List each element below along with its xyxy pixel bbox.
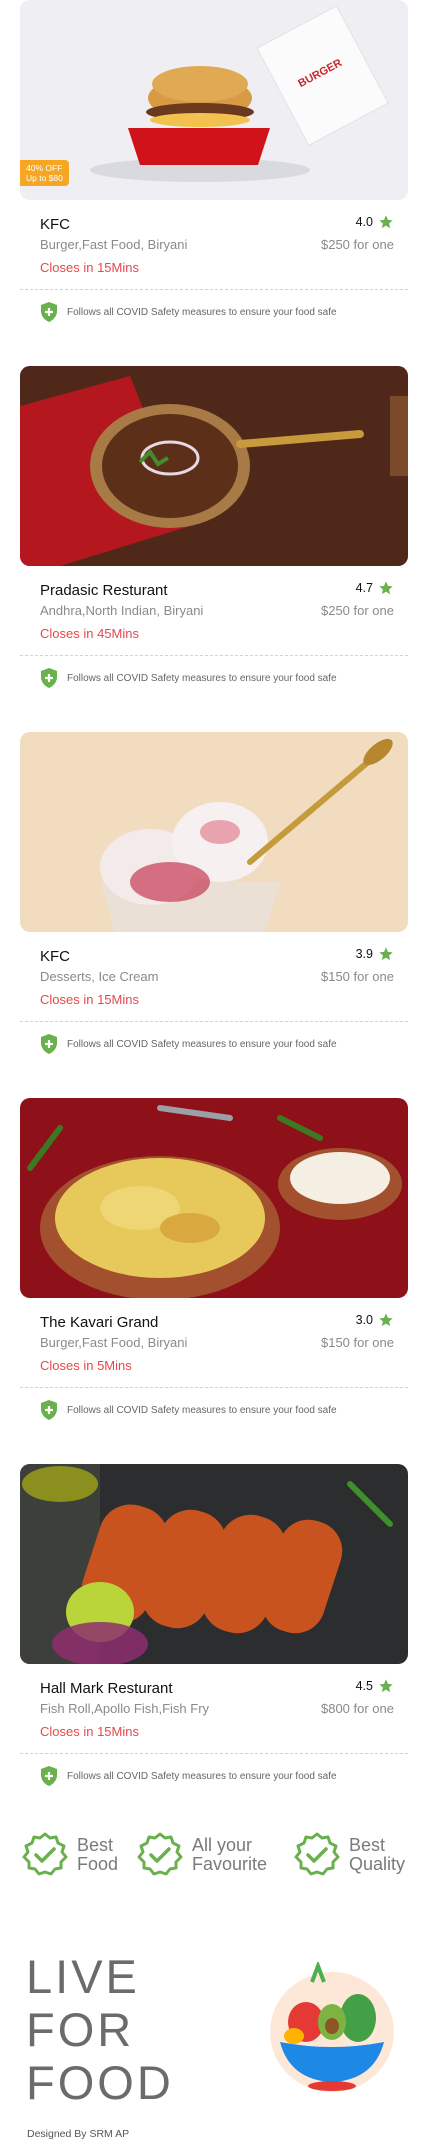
- footer-credit: Designed By SRM AP: [27, 2128, 130, 2140]
- offer-badge: 40% OFF Up to $80: [20, 160, 69, 186]
- restaurant-image[interactable]: [20, 732, 408, 932]
- restaurant-image[interactable]: [20, 1464, 408, 1664]
- restaurant-image[interactable]: BURGER 40% OFF Up to $80: [20, 0, 408, 200]
- closing-time: Closes in 15Mins: [40, 260, 139, 275]
- restaurant-name[interactable]: KFC: [40, 948, 70, 965]
- feature-highlights: Best Food All your Favourite Best Qualit…: [22, 1832, 422, 1882]
- restaurant-card[interactable]: The Kavari Grand 3.0 Burger,Fast Food, B…: [20, 1098, 408, 1420]
- rating-value: 4.7: [355, 581, 373, 595]
- closing-time: Closes in 5Mins: [40, 1358, 132, 1373]
- shield-plus-icon: [41, 302, 57, 322]
- check-badge-icon: [22, 1832, 68, 1876]
- restaurant-name[interactable]: Hall Mark Resturant: [40, 1680, 173, 1697]
- restaurant-name[interactable]: The Kavari Grand: [40, 1314, 158, 1331]
- rating-value: 3.0: [355, 1313, 373, 1327]
- divider: [20, 655, 408, 656]
- cuisine-list: Burger,Fast Food, Biryani: [40, 237, 188, 252]
- divider: [20, 1021, 408, 1022]
- divider: [20, 1387, 408, 1388]
- restaurant-card[interactable]: Pradasic Resturant 4.7 Andhra,North Indi…: [20, 366, 408, 688]
- restaurant-card[interactable]: KFC 3.9 Desserts, Ice Cream $150 for one…: [20, 732, 408, 1054]
- star-icon: [379, 581, 393, 595]
- star-icon: [379, 1679, 393, 1693]
- price-for-one: $250 for one: [320, 603, 394, 618]
- divider: [20, 289, 408, 290]
- restaurant-card[interactable]: BURGER 40% OFF Up to $80 KFC 4.0 Burger,…: [20, 0, 408, 322]
- feature-best-quality: Best Quality: [294, 1832, 405, 1878]
- cuisine-list: Burger,Fast Food, Biryani: [40, 1335, 188, 1350]
- salad-bowl-illustration: [270, 1962, 394, 2092]
- star-icon: [379, 215, 393, 229]
- cuisine-list: Andhra,North Indian, Biryani: [40, 603, 204, 618]
- rating: 4.7: [356, 580, 394, 596]
- shield-plus-icon: [41, 668, 57, 688]
- covid-safety-note: Follows all COVID Safety measures to ens…: [40, 302, 408, 322]
- covid-safety-note: Follows all COVID Safety measures to ens…: [40, 1034, 408, 1054]
- check-badge-icon: [137, 1832, 183, 1876]
- price-for-one: $150 for one: [320, 969, 394, 984]
- cuisine-list: Fish Roll,Apollo Fish,Fish Fry: [40, 1701, 210, 1716]
- covid-safety-note: Follows all COVID Safety measures to ens…: [40, 1400, 408, 1420]
- divider: [20, 1753, 408, 1754]
- rating-value: 4.0: [355, 215, 373, 229]
- restaurant-card[interactable]: Hall Mark Resturant 4.5 Fish Roll,Apollo…: [20, 1464, 408, 1786]
- price-for-one: $150 for one: [320, 1335, 394, 1350]
- rating: 4.5: [356, 1678, 394, 1694]
- shield-plus-icon: [41, 1766, 57, 1786]
- restaurant-image[interactable]: [20, 1098, 408, 1298]
- rating-value: 4.5: [355, 1679, 373, 1693]
- rating-value: 3.9: [355, 947, 373, 961]
- cuisine-list: Desserts, Ice Cream: [40, 969, 159, 984]
- restaurant-name[interactable]: KFC: [40, 216, 70, 233]
- restaurant-listing-page: BURGER 40% OFF Up to $80 KFC 4.0 Burger,…: [0, 0, 428, 2144]
- covid-safety-note: Follows all COVID Safety measures to ens…: [40, 1766, 408, 1786]
- star-icon: [379, 1313, 393, 1327]
- closing-time: Closes in 15Mins: [40, 1724, 139, 1739]
- closing-time: Closes in 45Mins: [40, 626, 139, 641]
- tagline: LIVE FOR FOOD: [26, 1950, 174, 2109]
- rating: 4.0: [356, 214, 394, 230]
- rating: 3.9: [356, 946, 394, 962]
- feature-best-food: Best Food: [22, 1832, 118, 1878]
- shield-plus-icon: [41, 1400, 57, 1420]
- price-for-one: $800 for one: [320, 1701, 394, 1716]
- feature-all-your-favourite: All your Favourite: [137, 1832, 267, 1878]
- rating: 3.0: [356, 1312, 394, 1328]
- covid-safety-note: Follows all COVID Safety measures to ens…: [40, 668, 408, 688]
- price-for-one: $250 for one: [320, 237, 394, 252]
- restaurant-name[interactable]: Pradasic Resturant: [40, 582, 168, 599]
- restaurant-image[interactable]: [20, 366, 408, 566]
- shield-plus-icon: [41, 1034, 57, 1054]
- closing-time: Closes in 15Mins: [40, 992, 139, 1007]
- check-badge-icon: [294, 1832, 340, 1876]
- star-icon: [379, 947, 393, 961]
